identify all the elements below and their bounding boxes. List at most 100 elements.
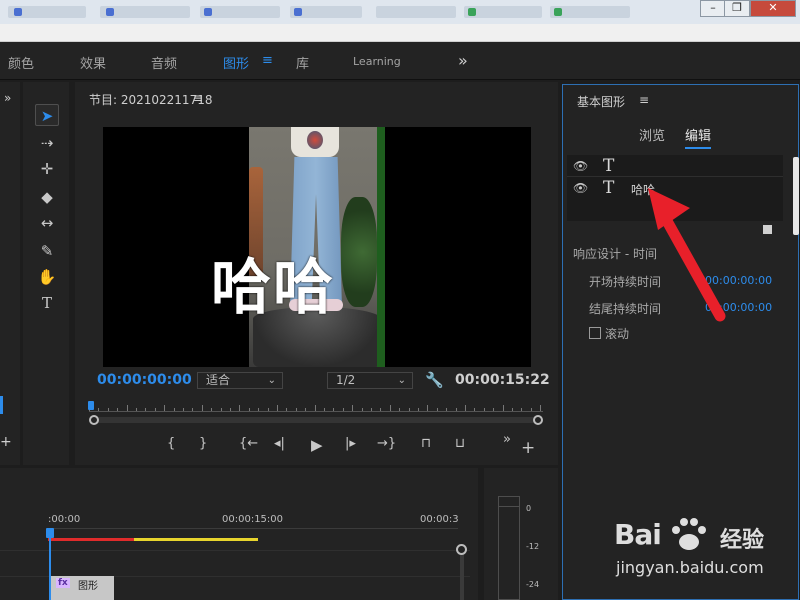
- program-monitor: 节目: 202102211718 ≡ 哈哈 00:00:00:00 适合 ⌄ 1…: [75, 82, 558, 465]
- roll-label: 滚动: [605, 327, 630, 341]
- slip-tool-icon[interactable]: ↔: [35, 212, 59, 234]
- watermark-url: jingyan.baidu.com: [616, 558, 764, 577]
- monitor-playhead[interactable]: [88, 401, 94, 410]
- extract-button[interactable]: ⊔: [455, 436, 465, 451]
- minimize-button[interactable]: –: [700, 0, 726, 17]
- pen-tool-icon[interactable]: ✎: [35, 240, 59, 262]
- program-menu-icon[interactable]: ≡: [193, 91, 203, 105]
- zoom-handle-right[interactable]: [533, 415, 543, 425]
- text-layer-icon: T: [603, 156, 615, 176]
- tab-edit[interactable]: 编辑: [685, 125, 712, 149]
- tools-panel: ➤ ⇢ ✛ ◆ ↔ ✎ ✋ T: [23, 82, 69, 465]
- ruler-tick: [361, 408, 363, 411]
- ruler-tick: [418, 408, 419, 411]
- watermark-site: 经验: [720, 528, 765, 553]
- taskbar-tab[interactable]: [550, 6, 630, 18]
- timeline-ruler[interactable]: [48, 528, 458, 529]
- fx-badge: fx: [56, 578, 70, 588]
- window-controls: – ❐ ✕: [696, 0, 800, 18]
- step-back-button[interactable]: ◂|: [274, 436, 285, 451]
- add-button[interactable]: +: [521, 438, 535, 458]
- ruler-tick: [136, 408, 137, 411]
- shirt-print: [307, 131, 323, 149]
- workspace-effects[interactable]: 效果: [80, 53, 106, 72]
- timeline-scroll-handle[interactable]: [456, 544, 467, 555]
- tab-favicon-icon: [468, 8, 476, 16]
- annotation-arrow-icon: [648, 188, 726, 322]
- roll-checkbox[interactable]: [589, 327, 601, 339]
- left-panel-strip: » +: [0, 82, 20, 465]
- razor-tool-icon[interactable]: ◆: [35, 186, 59, 208]
- title-overlay-text[interactable]: 哈哈: [211, 239, 335, 326]
- workspace-menu-icon[interactable]: ≡: [262, 53, 273, 68]
- track-select-tool-icon[interactable]: ⇢: [35, 132, 59, 154]
- more-controls-icon[interactable]: »: [503, 432, 511, 447]
- add-icon[interactable]: +: [0, 434, 12, 450]
- taskbar-tab[interactable]: [376, 6, 456, 18]
- zoom-scrollbar[interactable]: [93, 417, 539, 423]
- step-forward-button[interactable]: |▸: [345, 436, 356, 451]
- type-tool-icon[interactable]: T: [35, 292, 59, 314]
- timeline-playhead[interactable]: [49, 528, 51, 600]
- ruler-label-end: 00:00:3: [420, 514, 459, 525]
- zoom-handle-left[interactable]: [89, 415, 99, 425]
- resolution-dropdown[interactable]: 1/2 ⌄: [327, 372, 413, 389]
- ripple-edit-tool-icon[interactable]: ✛: [35, 158, 59, 180]
- more-workspaces-icon[interactable]: »: [458, 51, 468, 70]
- eye-icon[interactable]: 👁: [573, 159, 588, 173]
- ruler-tick: [314, 405, 316, 411]
- mark-out-button[interactable]: }: [199, 436, 207, 451]
- go-to-in-button[interactable]: {←: [239, 436, 258, 451]
- close-button[interactable]: ✕: [750, 0, 796, 17]
- clip-name: 图形: [78, 581, 98, 592]
- watermark-logo: Bai: [614, 518, 662, 551]
- fit-dropdown[interactable]: 适合 ⌄: [197, 372, 283, 389]
- chevron-down-icon: ⌄: [267, 375, 276, 386]
- panel-title: 基本图形: [577, 95, 626, 109]
- ruler-tick: [117, 408, 119, 411]
- taskbar-tab[interactable]: [200, 6, 280, 18]
- ruler-tick: [145, 408, 147, 411]
- playhead-handle[interactable]: [46, 528, 54, 538]
- workspace-libraries[interactable]: 库: [296, 53, 309, 72]
- selection-tool-icon[interactable]: ➤: [35, 104, 59, 126]
- workspace-color[interactable]: 颜色: [8, 53, 34, 72]
- panel-scrollbar[interactable]: [793, 157, 799, 235]
- hand-tool-icon[interactable]: ✋: [35, 266, 59, 288]
- audio-meter: [498, 496, 520, 600]
- ruler-tick: [154, 408, 156, 411]
- maximize-button[interactable]: ❐: [724, 0, 750, 17]
- ruler-tick: [126, 405, 128, 411]
- eye-icon[interactable]: 👁: [573, 181, 588, 195]
- timeline-panel: :00:00 00:00:15:00 00:00:3 fx 图形: [0, 468, 478, 600]
- ruler-tick: [211, 408, 213, 411]
- ruler-tick: [408, 408, 410, 411]
- workspace-audio[interactable]: 音频: [151, 53, 177, 72]
- mark-in-button[interactable]: {: [167, 436, 175, 451]
- scroll-indicator[interactable]: [0, 396, 3, 414]
- workspace-graphics[interactable]: 图形: [223, 53, 249, 72]
- new-layer-icon[interactable]: [763, 225, 772, 234]
- monitor-time-ruler[interactable]: [89, 400, 543, 412]
- play-button[interactable]: ▶: [311, 436, 323, 454]
- go-to-out-button[interactable]: →}: [377, 436, 396, 451]
- video-preview[interactable]: 哈哈: [103, 127, 531, 367]
- ruler-tick: [446, 408, 448, 411]
- ruler-tick: [295, 408, 297, 411]
- graphics-clip[interactable]: fx 图形: [50, 576, 114, 600]
- playhead-timecode[interactable]: 00:00:00:00: [97, 372, 192, 388]
- layer-row[interactable]: 👁 T: [567, 156, 783, 177]
- wrench-icon[interactable]: 🔧: [425, 371, 444, 389]
- ruler-tick: [389, 405, 391, 411]
- ruler-tick: [512, 408, 513, 411]
- ruler-tick: [324, 408, 325, 411]
- ruler-tick: [427, 405, 429, 411]
- workspace-learning[interactable]: Learning: [353, 55, 401, 68]
- ruler-tick: [305, 408, 307, 411]
- text-layer-icon: T: [603, 178, 615, 198]
- tab-browse[interactable]: 浏览: [639, 125, 665, 144]
- chevron-down-icon: ⌄: [397, 375, 406, 386]
- lift-button[interactable]: ⊓: [421, 436, 431, 451]
- panel-menu-icon[interactable]: ≡: [639, 93, 649, 107]
- expand-panel-icon[interactable]: »: [4, 91, 11, 105]
